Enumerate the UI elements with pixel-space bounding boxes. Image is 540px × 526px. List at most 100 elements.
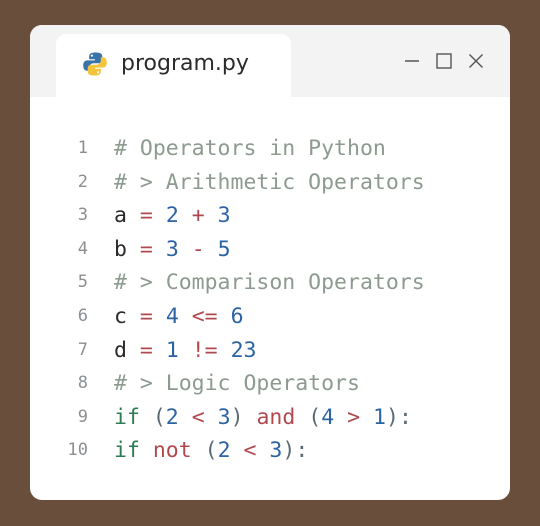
code-token-num: 3 (165, 236, 179, 262)
line-number: 5 (77, 272, 88, 293)
code-token-ident: c (114, 303, 127, 329)
code-token-num: 2 (165, 404, 179, 430)
code-token-num: 5 (217, 236, 231, 262)
code-token-num: 4 (321, 404, 335, 430)
line-number: 6 (77, 305, 88, 326)
code-line[interactable]: 8 # > Logic Operators (30, 367, 510, 401)
line-number: 9 (77, 406, 88, 427)
code-token-num: 3 (217, 203, 231, 229)
code-text: c = 4 <= 6 (114, 300, 244, 334)
code-token-op: < (191, 404, 205, 430)
code-token-ident: a (114, 203, 127, 229)
editor-window: program.py 1 # Operators in Python 2 # > Ar… (30, 25, 510, 500)
minimize-icon[interactable] (402, 51, 422, 71)
code-token-op: not (152, 438, 192, 464)
code-token-num: 6 (230, 303, 244, 329)
code-token-num: 3 (217, 404, 231, 430)
code-token-num: 2 (217, 438, 231, 464)
code-editor[interactable]: 1 # Operators in Python 2 # > Arithmetic Op… (30, 132, 510, 468)
code-text: if (2 < 3) and (4 > 1): (114, 401, 412, 435)
line-number: 7 (77, 339, 88, 360)
window-controls (402, 51, 486, 71)
code-text: # > Arithmetic Operators (114, 166, 425, 200)
code-token-kw: if (114, 438, 140, 464)
code-text: if not (2 < 3): (114, 434, 308, 468)
code-token-op: != (191, 337, 218, 363)
code-text: b = 3 - 5 (114, 233, 231, 267)
code-line[interactable]: 10 if not (2 < 3): (30, 434, 510, 468)
code-token-punc: ) (282, 438, 296, 464)
title-bar: program.py (30, 25, 510, 97)
code-line[interactable]: 9 if (2 < 3) and (4 > 1): (30, 401, 510, 435)
code-token-punc: ) (230, 404, 244, 430)
line-number: 4 (77, 238, 88, 259)
line-number: 2 (77, 171, 88, 192)
code-token-punc: ( (204, 438, 218, 464)
code-token-op: <= (191, 303, 218, 329)
code-token-op: and (256, 404, 296, 430)
code-token-comment: # > Comparison Operators (114, 270, 425, 296)
file-tab[interactable]: program.py (56, 34, 291, 97)
tab-title: program.py (121, 51, 249, 76)
code-line[interactable]: 7 d = 1 != 23 (30, 334, 510, 368)
code-token-punc: : (295, 438, 309, 464)
close-icon[interactable] (466, 51, 486, 71)
code-text: # > Comparison Operators (114, 266, 425, 300)
code-token-punc: ( (308, 404, 322, 430)
code-token-num: 4 (165, 303, 179, 329)
line-number: 8 (77, 373, 88, 394)
code-token-comment: # Operators in Python (114, 136, 386, 161)
code-token-op: = (139, 337, 153, 363)
code-line[interactable]: 1 # Operators in Python (30, 132, 510, 166)
code-token-punc: ) (385, 404, 399, 430)
line-number: 1 (77, 138, 88, 158)
maximize-icon[interactable] (434, 51, 454, 71)
code-token-num: 23 (230, 337, 257, 363)
code-line[interactable]: 5 # > Comparison Operators (30, 266, 510, 300)
code-text: # > Logic Operators (114, 367, 360, 401)
code-token-op: = (139, 203, 153, 229)
code-text: d = 1 != 23 (114, 334, 256, 368)
code-token-num: 1 (165, 337, 179, 363)
code-token-op: > (347, 404, 361, 430)
code-token-num: 1 (373, 404, 386, 430)
line-number: 3 (77, 205, 88, 226)
code-line[interactable]: 4 b = 3 - 5 (30, 233, 510, 267)
code-line[interactable]: 6c = 4 <= 6 (30, 300, 510, 334)
code-token-op: + (191, 203, 205, 229)
code-line[interactable]: 2 # > Arithmetic Operators (30, 166, 510, 200)
code-token-kw: if (114, 404, 140, 430)
code-text: a = 2 + 3 (114, 199, 231, 233)
code-token-punc: : (398, 404, 412, 430)
python-icon (83, 52, 107, 76)
code-token-op: < (243, 438, 257, 464)
code-text: # Operators in Python (114, 132, 386, 166)
code-line[interactable]: 3a = 2 + 3 (30, 199, 510, 233)
